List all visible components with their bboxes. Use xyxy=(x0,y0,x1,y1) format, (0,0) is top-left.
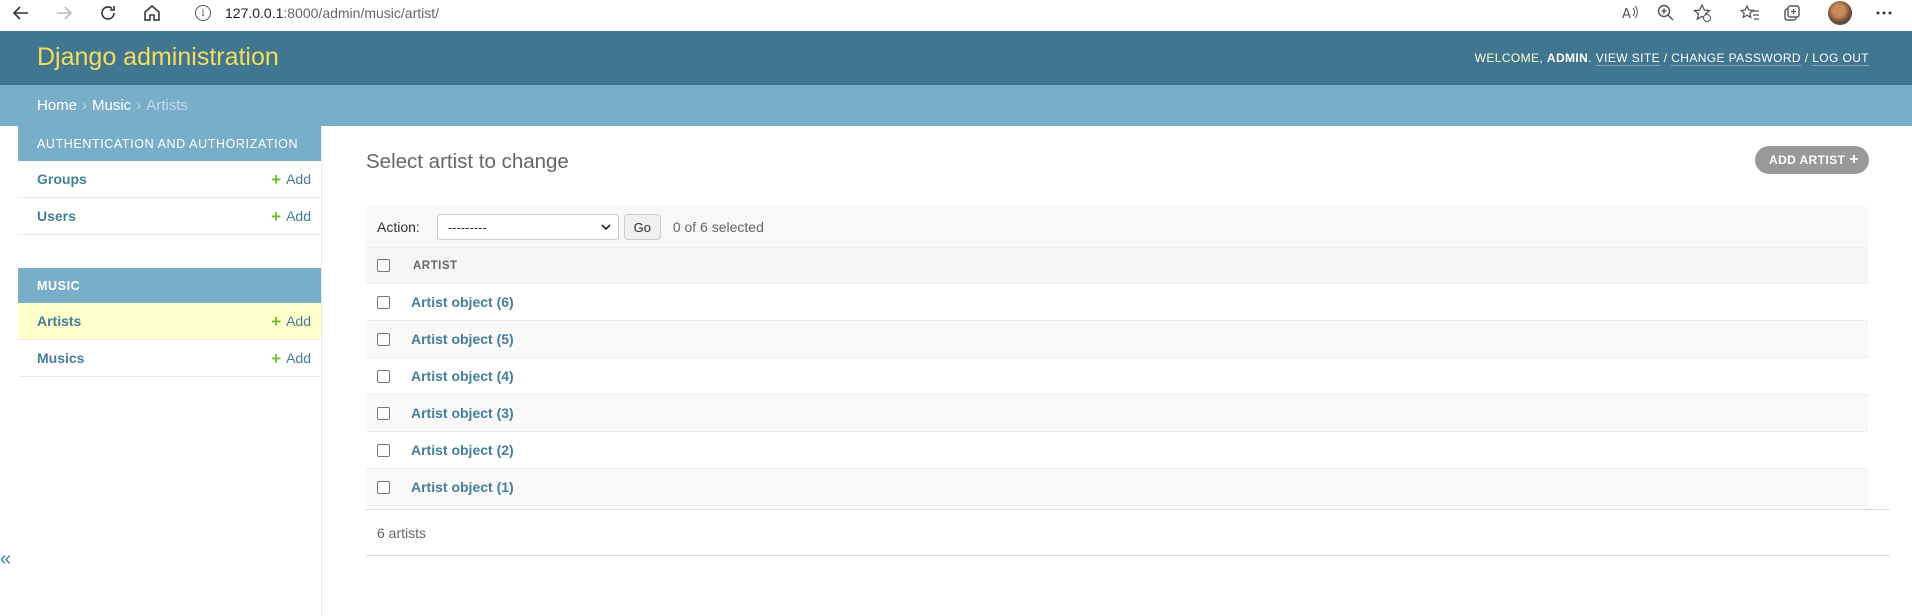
chevron-down-icon xyxy=(601,224,611,231)
browser-toolbar: i 127.0.0.1:8000/admin/music/artist/ A xyxy=(0,0,1912,31)
sidebar-item-label[interactable]: Groups xyxy=(37,171,87,187)
add-users-link[interactable]: + Add xyxy=(271,208,311,225)
svg-text:A: A xyxy=(1622,7,1631,22)
actions-bar: Action: --------- Go 0 of 6 selected xyxy=(366,207,1868,247)
admin-header: Django administration Welcome, admin. Vi… xyxy=(0,31,1912,85)
separator: . xyxy=(1588,51,1596,65)
table-row: Artist object (5) xyxy=(366,321,1868,358)
add-label: Add xyxy=(286,171,311,187)
action-selected-value: --------- xyxy=(447,219,487,235)
column-header-artist[interactable]: Artist xyxy=(413,260,458,272)
add-label: Add xyxy=(286,208,311,224)
breadcrumb-current: Artists xyxy=(146,97,188,114)
row-checkbox[interactable] xyxy=(377,295,390,309)
row-link[interactable]: Artist object (3) xyxy=(411,405,514,421)
breadcrumb-home[interactable]: Home xyxy=(37,97,77,114)
sidebar-item-label[interactable]: Users xyxy=(37,208,76,224)
module-caption-music[interactable]: Music xyxy=(18,268,321,303)
more-icon[interactable] xyxy=(1872,2,1896,24)
sidebar-item-musics: Musics + Add xyxy=(18,340,321,377)
row-checkbox[interactable] xyxy=(377,369,390,383)
add-artist-button[interactable]: Add artist + xyxy=(1755,146,1869,174)
plus-icon: + xyxy=(271,311,282,331)
plus-icon: + xyxy=(271,348,282,368)
action-select[interactable]: --------- xyxy=(436,214,619,240)
select-all-checkbox[interactable] xyxy=(377,259,390,272)
view-site-link[interactable]: View site xyxy=(1595,51,1660,66)
url-host: 127.0.0.1 xyxy=(225,5,284,21)
row-link[interactable]: Artist object (4) xyxy=(411,368,514,384)
forward-icon[interactable] xyxy=(54,3,74,23)
log-out-link[interactable]: Log out xyxy=(1812,51,1869,66)
go-button[interactable]: Go xyxy=(623,214,661,240)
plus-icon: + xyxy=(271,169,282,189)
collections-icon[interactable] xyxy=(1780,2,1804,24)
address-bar[interactable]: i 127.0.0.1:8000/admin/music/artist/ xyxy=(195,2,439,24)
welcome-text: Welcome, xyxy=(1474,51,1547,65)
add-label: Add xyxy=(286,350,311,366)
row-checkbox[interactable] xyxy=(377,332,390,346)
favorites-icon[interactable] xyxy=(1738,2,1762,24)
sidebar-item-artists: Artists + Add xyxy=(18,303,321,340)
refresh-icon[interactable] xyxy=(98,3,118,23)
table-row: Artist object (4) xyxy=(366,358,1868,395)
add-musics-link[interactable]: + Add xyxy=(271,350,311,367)
breadcrumb-music[interactable]: Music xyxy=(92,97,131,114)
row-link[interactable]: Artist object (2) xyxy=(411,442,514,458)
user-tools: Welcome, admin. View site / Change passw… xyxy=(1474,51,1869,66)
zoom-icon[interactable] xyxy=(1654,2,1678,24)
breadcrumb-separator: › xyxy=(82,97,88,114)
profile-avatar[interactable] xyxy=(1827,1,1853,25)
sidebar-item-groups: Groups + Add xyxy=(18,161,321,198)
home-icon[interactable] xyxy=(142,3,162,23)
sidebar-item-label[interactable]: Musics xyxy=(37,350,84,366)
back-icon[interactable] xyxy=(11,3,31,23)
add-label: Add xyxy=(286,313,311,329)
row-checkbox[interactable] xyxy=(377,443,390,457)
page-title: Select artist to change xyxy=(366,150,569,173)
row-checkbox[interactable] xyxy=(377,406,390,420)
toggle-sidebar-icon[interactable]: « xyxy=(0,548,11,571)
star-add-icon[interactable] xyxy=(1690,2,1714,24)
paginator: 6 artists xyxy=(366,509,1890,556)
sidebar-item-label[interactable]: Artists xyxy=(37,313,81,329)
url-path: :8000/admin/music/artist/ xyxy=(283,5,440,21)
info-icon[interactable]: i xyxy=(195,5,211,21)
add-artist-label: Add artist xyxy=(1769,153,1846,167)
row-checkbox[interactable] xyxy=(377,480,390,494)
result-list: Artist Artist object (6) Artist object (… xyxy=(366,247,1868,506)
table-header-row: Artist xyxy=(366,247,1868,284)
breadcrumb-separator: › xyxy=(136,97,142,114)
table-row: Artist object (1) xyxy=(366,469,1868,506)
plus-icon: + xyxy=(271,206,282,226)
nav-sidebar: Authentication and Authorization Groups … xyxy=(18,126,322,616)
add-groups-link[interactable]: + Add xyxy=(271,171,311,188)
breadcrumb: Home › Music › Artists xyxy=(0,85,1912,126)
module-caption-auth[interactable]: Authentication and Authorization xyxy=(18,126,321,161)
username: admin xyxy=(1546,51,1589,65)
table-row: Artist object (2) xyxy=(366,432,1868,469)
row-link[interactable]: Artist object (6) xyxy=(411,294,514,310)
separator: / xyxy=(1659,51,1672,65)
read-aloud-icon[interactable]: A xyxy=(1618,2,1642,24)
table-row: Artist object (6) xyxy=(366,284,1868,321)
row-link[interactable]: Artist object (5) xyxy=(411,331,514,347)
selected-count: 0 of 6 selected xyxy=(672,219,764,235)
separator: / xyxy=(1800,51,1813,65)
row-link[interactable]: Artist object (1) xyxy=(411,479,514,495)
plus-icon: + xyxy=(1849,151,1859,168)
change-password-link[interactable]: Change password xyxy=(1671,51,1801,66)
site-branding[interactable]: Django administration xyxy=(37,43,279,72)
add-artists-link[interactable]: + Add xyxy=(271,313,311,330)
sidebar-item-users: Users + Add xyxy=(18,198,321,235)
table-row: Artist object (3) xyxy=(366,395,1868,432)
action-label: Action: xyxy=(377,219,420,235)
